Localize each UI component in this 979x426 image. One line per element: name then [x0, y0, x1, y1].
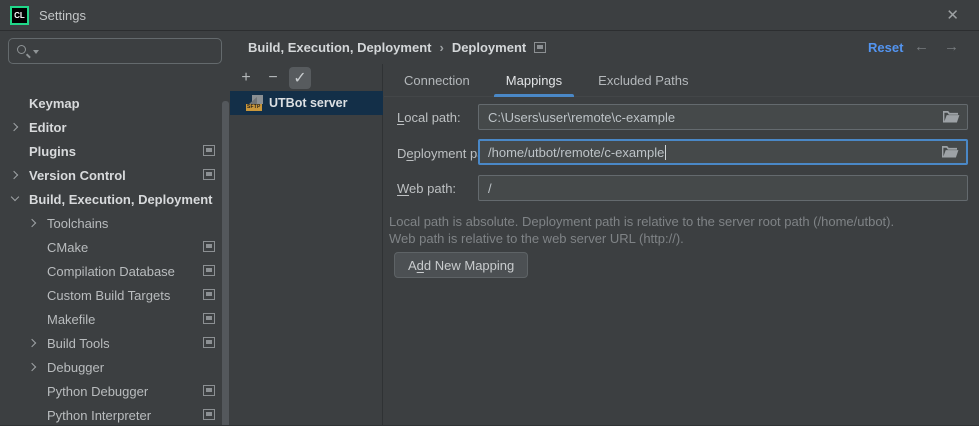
server-list-panel: + − ✓ SFTP UTBot server — [230, 64, 383, 426]
sftp-server-icon: SFTP — [246, 95, 263, 111]
sidebar-item-label: Python Interpreter — [47, 408, 151, 423]
modified-settings-icon — [203, 313, 215, 324]
path-help-note-line2: Web path is relative to the web server U… — [389, 231, 684, 246]
content-header: Build, Execution, Deployment › Deploymen… — [230, 31, 979, 64]
breadcrumb-separator: › — [439, 40, 443, 55]
deployment-path-value: /home/utbot/remote/c-example — [488, 145, 664, 160]
sidebar-item-custom-build-targets[interactable]: Custom Build Targets — [0, 283, 230, 307]
settings-sidebar: Keymap Editor Plugins Version Control Bu… — [0, 31, 230, 426]
modified-settings-icon — [534, 42, 546, 53]
search-options-caret-icon[interactable] — [33, 50, 39, 54]
window-title: Settings — [39, 8, 86, 23]
sidebar-item-compilation-database[interactable]: Compilation Database — [0, 259, 230, 283]
sidebar-item-label: Python Debugger — [47, 384, 148, 399]
server-list-item-utbot[interactable]: SFTP UTBot server — [230, 91, 383, 115]
modified-settings-icon — [203, 385, 215, 396]
tab-connection[interactable]: Connection — [390, 64, 484, 97]
forward-arrow-icon[interactable]: → — [944, 38, 959, 55]
settings-tree: Keymap Editor Plugins Version Control Bu… — [0, 31, 230, 426]
sidebar-item-label: Debugger — [47, 360, 104, 375]
modified-settings-icon — [203, 265, 215, 276]
sidebar-item-cmake[interactable]: CMake — [0, 235, 230, 259]
chevron-right-icon — [10, 171, 18, 179]
reset-link[interactable]: Reset — [868, 40, 903, 55]
breadcrumb: Build, Execution, Deployment › Deploymen… — [248, 40, 546, 55]
clion-logo-icon: CL — [10, 6, 29, 25]
sidebar-item-debugger[interactable]: Debugger — [0, 355, 230, 379]
sidebar-item-label: Compilation Database — [47, 264, 175, 279]
local-path-field[interactable]: C:\Users\user\remote\c-example — [478, 104, 968, 130]
local-path-value: C:\Users\user\remote\c-example — [488, 110, 675, 125]
sidebar-item-label: Makefile — [47, 312, 95, 327]
sidebar-item-label: Plugins — [29, 144, 76, 159]
chevron-right-icon — [28, 363, 36, 371]
modified-settings-icon — [203, 241, 215, 252]
search-icon — [17, 45, 26, 54]
modified-settings-icon — [203, 145, 215, 156]
back-arrow-icon[interactable]: ← — [914, 38, 929, 55]
tab-label: Excluded Paths — [598, 73, 688, 88]
sidebar-item-label: Version Control — [29, 168, 126, 183]
server-toolbar: + − ✓ — [230, 64, 383, 91]
sidebar-item-label: Keymap — [29, 96, 80, 111]
sidebar-scrollbar[interactable] — [222, 101, 229, 426]
sidebar-item-python-interpreter[interactable]: Python Interpreter — [0, 403, 230, 426]
title-bar: CL Settings ✕ — [0, 0, 979, 31]
breadcrumb-current: Deployment — [452, 40, 526, 55]
text-cursor — [665, 145, 666, 160]
web-path-field[interactable]: / — [478, 175, 968, 201]
modified-settings-icon — [203, 409, 215, 420]
sidebar-item-label: Editor — [29, 120, 67, 135]
search-panel — [0, 31, 230, 66]
sidebar-item-build-execution-deployment[interactable]: Build, Execution, Deployment — [0, 187, 230, 211]
remove-server-button[interactable]: − — [262, 67, 284, 89]
tab-label: Connection — [404, 73, 470, 88]
sidebar-item-toolchains[interactable]: Toolchains — [0, 211, 230, 235]
chevron-right-icon — [28, 339, 36, 347]
sidebar-item-version-control[interactable]: Version Control — [0, 163, 230, 187]
breadcrumb-parent[interactable]: Build, Execution, Deployment — [248, 40, 431, 55]
tab-mappings[interactable]: Mappings — [492, 64, 576, 97]
web-path-label: Web path: — [397, 181, 456, 196]
chevron-right-icon — [10, 123, 18, 131]
tab-excluded-paths[interactable]: Excluded Paths — [584, 64, 702, 97]
sidebar-item-python-debugger[interactable]: Python Debugger — [0, 379, 230, 403]
close-icon[interactable]: ✕ — [946, 6, 959, 24]
server-name: UTBot server — [269, 96, 348, 110]
sftp-badge: SFTP — [246, 104, 262, 111]
use-as-default-toggle-button[interactable]: ✓ — [289, 67, 311, 89]
path-help-note-line1: Local path is absolute. Deployment path … — [389, 214, 894, 229]
deployment-path-field[interactable]: /home/utbot/remote/c-example — [478, 139, 968, 165]
browse-folder-icon[interactable] — [941, 145, 959, 160]
web-path-value: / — [488, 181, 492, 196]
chevron-right-icon — [28, 219, 36, 227]
sidebar-item-label: CMake — [47, 240, 88, 255]
add-new-mapping-button[interactable]: Add New Mapping — [394, 252, 528, 278]
browse-folder-icon[interactable] — [942, 110, 960, 125]
local-path-label: Local path: — [397, 110, 461, 125]
tab-bar: Connection Mappings Excluded Paths — [384, 64, 979, 97]
chevron-down-icon — [11, 193, 19, 201]
modified-settings-icon — [203, 169, 215, 180]
add-server-button[interactable]: + — [235, 67, 257, 89]
search-input[interactable] — [8, 38, 222, 64]
sidebar-item-label: Custom Build Targets — [47, 288, 170, 303]
sidebar-item-label: Build Tools — [47, 336, 110, 351]
settings-dialog: CL Settings ✕ Keymap Editor Plugins Vers… — [0, 0, 979, 426]
modified-settings-icon — [203, 337, 215, 348]
deployment-content: Connection Mappings Excluded Paths Local… — [384, 64, 979, 426]
sidebar-item-label: Build, Execution, Deployment — [29, 192, 212, 207]
sidebar-item-build-tools[interactable]: Build Tools — [0, 331, 230, 355]
sidebar-item-editor[interactable]: Editor — [0, 115, 230, 139]
sidebar-item-keymap[interactable]: Keymap — [0, 91, 230, 115]
sidebar-item-makefile[interactable]: Makefile — [0, 307, 230, 331]
modified-settings-icon — [203, 289, 215, 300]
sidebar-item-label: Toolchains — [47, 216, 108, 231]
sidebar-item-plugins[interactable]: Plugins — [0, 139, 230, 163]
tab-label: Mappings — [506, 73, 562, 88]
